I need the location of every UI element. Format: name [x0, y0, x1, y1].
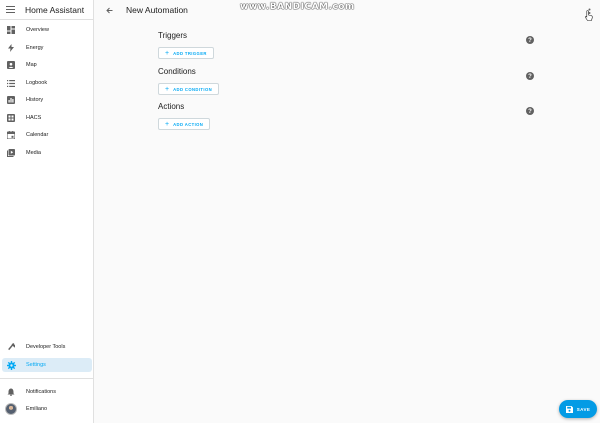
hacs-icon — [4, 114, 18, 122]
sidebar-item-label: Media — [26, 150, 41, 156]
avatar-wrapper — [4, 403, 18, 415]
button-label: ADD CONDITION — [173, 86, 213, 92]
app-title: Home Assistant — [25, 4, 85, 15]
plus-icon: + — [165, 49, 170, 57]
sidebar-item-label: Notifications — [26, 389, 56, 395]
save-button[interactable]: SAVE — [559, 400, 597, 418]
watermark-text: www.BANDICAM.com — [240, 2, 355, 12]
plus-icon: + — [165, 85, 170, 93]
sidebar-item-label: History — [26, 97, 44, 103]
gear-icon — [4, 360, 18, 370]
help-icon[interactable]: ? — [526, 31, 534, 49]
save-label: SAVE — [576, 406, 591, 412]
bell-icon — [4, 388, 18, 396]
hand-cursor-icon — [585, 8, 593, 26]
map-icon — [4, 61, 18, 69]
dashboard-icon — [4, 26, 18, 34]
sidebar-item-developer-tools[interactable]: Developer Tools — [2, 340, 92, 354]
sidebar-item-label: Calendar — [26, 132, 49, 138]
conditions-section: Conditions ? + ADD CONDITION — [158, 67, 536, 99]
list-icon — [4, 79, 18, 87]
sidebar: Home Assistant Overview Energy Map Logbo… — [0, 0, 94, 423]
button-label: ADD TRIGGER — [173, 50, 207, 56]
chart-box-icon — [4, 96, 18, 104]
sidebar-item-history[interactable]: History — [2, 93, 92, 107]
sidebar-item-calendar[interactable]: Calendar — [2, 128, 92, 142]
page-title: New Automation — [126, 5, 188, 15]
plus-icon: + — [165, 120, 170, 128]
sidebar-item-energy[interactable]: Energy — [2, 41, 92, 55]
sidebar-item-logbook[interactable]: Logbook — [2, 76, 92, 90]
sidebar-item-label: Settings — [26, 362, 46, 368]
svg-text:?: ? — [528, 109, 532, 115]
sidebar-item-label: Overview — [26, 27, 49, 33]
triggers-section: Triggers ? + ADD TRIGGER — [158, 31, 536, 63]
sidebar-item-settings[interactable]: Settings — [2, 358, 92, 372]
sidebar-item-hacs[interactable]: HACS — [2, 111, 92, 125]
section-title: Actions — [158, 102, 185, 111]
sidebar-item-label: Logbook — [26, 80, 48, 86]
user-name: Emiliano — [26, 406, 48, 412]
back-button[interactable] — [103, 4, 115, 16]
svg-text:?: ? — [528, 74, 532, 80]
floppy-icon — [565, 405, 573, 413]
add-action-button[interactable]: + ADD ACTION — [158, 118, 211, 130]
add-condition-button[interactable]: + ADD CONDITION — [158, 83, 220, 95]
sidebar-item-notifications[interactable]: Notifications — [2, 385, 92, 399]
add-trigger-button[interactable]: + ADD TRIGGER — [158, 47, 214, 59]
svg-text:?: ? — [528, 38, 532, 44]
sidebar-item-media[interactable]: Media — [2, 146, 92, 160]
sidebar-item-label: HACS — [26, 115, 42, 121]
media-icon — [4, 149, 18, 157]
button-label: ADD ACTION — [173, 121, 204, 127]
calendar-icon — [4, 131, 18, 139]
hammer-icon — [4, 343, 18, 351]
lightning-icon — [4, 44, 18, 52]
sidebar-item-label: Developer Tools — [26, 344, 66, 350]
help-icon[interactable]: ? — [526, 67, 534, 85]
section-title: Triggers — [158, 31, 188, 40]
actions-section: Actions ? + ADD ACTION — [158, 102, 536, 134]
sidebar-divider — [0, 378, 94, 379]
sidebar-item-map[interactable]: Map — [2, 58, 92, 72]
arrow-left-icon — [105, 7, 112, 13]
avatar — [5, 403, 17, 415]
sidebar-item-label: Energy — [26, 45, 44, 51]
sidebar-header: Home Assistant — [0, 0, 93, 20]
help-icon[interactable]: ? — [526, 102, 534, 120]
sidebar-item-user[interactable]: Emiliano — [2, 402, 92, 416]
top-bar: New Automation www.BANDICAM.com — [95, 0, 600, 20]
menu-icon[interactable] — [0, 6, 20, 13]
sidebar-item-label: Map — [26, 62, 37, 68]
sidebar-item-overview[interactable]: Overview — [2, 23, 92, 37]
section-title: Conditions — [158, 67, 196, 76]
